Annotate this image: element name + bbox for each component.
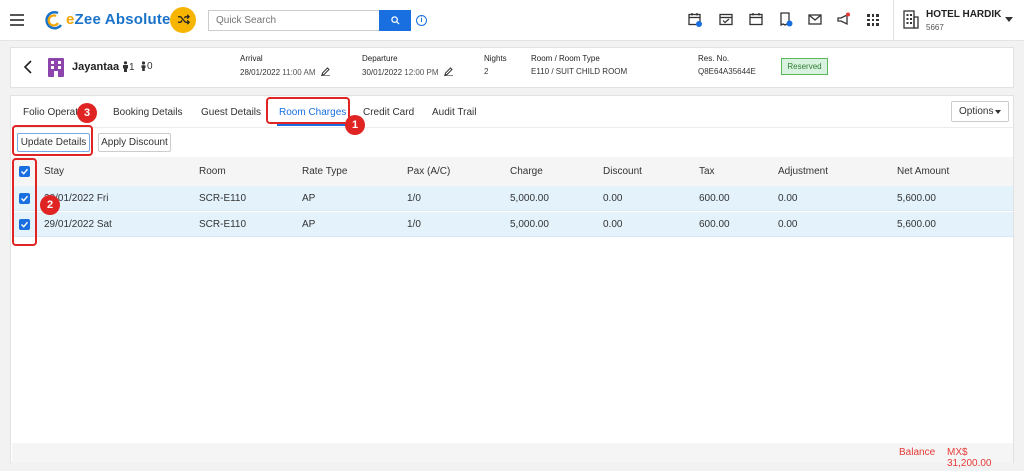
child-icon: [141, 61, 146, 71]
cell-pax: 1/0: [407, 219, 421, 230]
balance-value: MX$ 31,200.00: [947, 447, 992, 469]
chevron-down-icon[interactable]: [1005, 17, 1013, 22]
mail-icon[interactable]: [808, 12, 822, 27]
tab-booking-details[interactable]: Booking Details: [113, 107, 182, 118]
cell-tax: 600.00: [699, 219, 730, 230]
adults-count: 1: [122, 61, 135, 73]
res-no-value: Q8E64A35644E: [698, 67, 756, 76]
back-arrow-icon[interactable]: [23, 60, 33, 74]
hotel-code: 5667: [926, 23, 944, 32]
table-row[interactable]: 29/01/2022 Sat SCR-E110 AP 1/0 5,000.00 …: [12, 212, 1013, 237]
cell-stay: 29/01/2022 Sat: [44, 219, 112, 230]
departure-value: 30/01/2022 12:00 PM: [362, 67, 453, 77]
search-button[interactable]: [379, 10, 411, 31]
guest-name: Jayantaa: [72, 61, 120, 73]
cell-room: SCR-E110: [199, 219, 247, 230]
nights-value: 2: [484, 67, 489, 76]
callout-box-update-details: [12, 125, 93, 156]
reservation-summary: Jayantaa 1 0 Arrival 28/01/2022 11:00 AM…: [10, 47, 1014, 88]
departure-label: Departure: [362, 54, 398, 63]
cell-adjustment: 0.00: [778, 193, 798, 204]
room-icon: [48, 58, 64, 77]
room-type-label: Room / Room Type: [531, 54, 600, 63]
cell-discount: 0.00: [603, 193, 623, 204]
room-type-value: E110 / SUIT CHILD ROOM: [531, 67, 628, 76]
calendar-add-icon[interactable]: [688, 12, 702, 27]
edit-icon[interactable]: [320, 67, 330, 76]
callout-box-checkboxes: [12, 158, 37, 246]
callout-box-room-charges: [266, 97, 350, 124]
tab-audit-trail[interactable]: Audit Trail: [432, 107, 476, 118]
table-header: Stay Room Rate Type Pax (A/C) Charge Dis…: [12, 157, 1013, 186]
cell-charge: 5,000.00: [510, 219, 549, 230]
hotel-name[interactable]: HOTEL HARDIK: [926, 9, 1001, 20]
cell-pax: 1/0: [407, 193, 421, 204]
children-count: 0: [140, 61, 153, 72]
res-no-label: Res. No.: [698, 54, 730, 63]
calendar-icon[interactable]: [749, 12, 763, 27]
logo-icon: [45, 11, 63, 30]
balance-bar: Balance MX$ 31,200.00: [12, 443, 1013, 469]
cell-tax: 600.00: [699, 193, 730, 204]
app-logo-text: eZee Absolute: [66, 11, 171, 28]
col-discount[interactable]: Discount: [603, 166, 642, 177]
folio-panel: Folio Operations Booking Details Guest D…: [10, 95, 1014, 469]
col-stay[interactable]: Stay: [44, 166, 64, 177]
cell-net-amount: 5,600.00: [897, 219, 936, 230]
cell-net-amount: 5,600.00: [897, 193, 936, 204]
annotation-badge-2: 2: [40, 195, 60, 215]
shuffle-icon[interactable]: [170, 7, 196, 33]
edit-icon[interactable]: [443, 67, 453, 76]
divider: [893, 0, 894, 41]
col-tax[interactable]: Tax: [699, 166, 715, 177]
apps-grid-icon[interactable]: [867, 14, 879, 26]
annotation-badge-3: 3: [77, 103, 97, 123]
tab-credit-card[interactable]: Credit Card: [363, 107, 414, 118]
col-charge[interactable]: Charge: [510, 166, 543, 177]
options-dropdown[interactable]: Options: [951, 101, 1009, 122]
cell-adjustment: 0.00: [778, 219, 798, 230]
top-bar: eZee Absolute i: [0, 0, 1024, 41]
table-row[interactable]: 28/01/2022 Fri SCR-E110 AP 1/0 5,000.00 …: [12, 186, 1013, 211]
info-icon[interactable]: i: [416, 15, 427, 26]
col-net-amount[interactable]: Net Amount: [897, 166, 949, 177]
apply-discount-button[interactable]: Apply Discount: [98, 133, 171, 152]
col-room[interactable]: Room: [199, 166, 226, 177]
divider: [11, 127, 1013, 128]
annotation-badge-1: 1: [345, 115, 365, 135]
cell-room: SCR-E110: [199, 193, 247, 204]
cell-rate-type: AP: [302, 193, 316, 204]
arrival-value: 28/01/2022 11:00 AM: [240, 67, 330, 77]
calendar-check-icon[interactable]: [719, 12, 733, 27]
building-icon: [903, 10, 919, 29]
invoice-icon[interactable]: [779, 12, 793, 27]
search-icon: [391, 16, 400, 25]
nights-label: Nights: [484, 54, 507, 63]
cell-charge: 5,000.00: [510, 193, 549, 204]
arrival-label: Arrival: [240, 54, 263, 63]
megaphone-icon[interactable]: [836, 12, 850, 27]
col-pax[interactable]: Pax (A/C): [407, 166, 450, 177]
cell-discount: 0.00: [603, 219, 623, 230]
col-adjustment[interactable]: Adjustment: [778, 166, 828, 177]
adult-icon: [123, 61, 128, 72]
col-rate-type[interactable]: Rate Type: [302, 166, 347, 177]
status-badge: Reserved: [781, 58, 828, 75]
caret-down-icon: [995, 110, 1001, 114]
balance-label: Balance: [899, 447, 936, 458]
menu-icon[interactable]: [10, 14, 24, 26]
search-input[interactable]: [208, 10, 379, 31]
tab-guest-details[interactable]: Guest Details: [201, 107, 261, 118]
cell-rate-type: AP: [302, 219, 316, 230]
